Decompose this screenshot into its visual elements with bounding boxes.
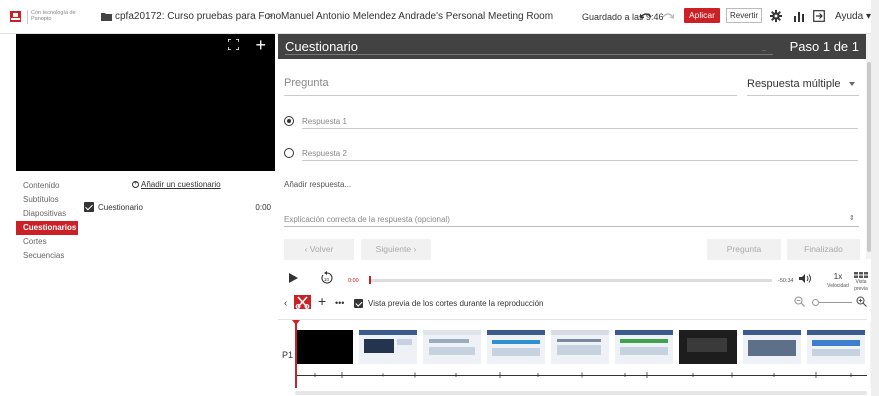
speed-label: Velocidad	[827, 283, 849, 289]
stats-icon[interactable]	[793, 10, 805, 22]
add-circle-icon: +	[132, 181, 139, 189]
timeline-playhead[interactable]	[295, 322, 297, 388]
add-quiz-link[interactable]: + Añadir un cuestionario	[132, 180, 221, 189]
chevron-left-icon[interactable]: ‹	[284, 298, 287, 309]
rewind-10-icon[interactable]: 10	[320, 271, 334, 285]
quiz-title-input[interactable]: Cuestionario	[285, 39, 358, 54]
volume-icon[interactable]	[799, 273, 813, 284]
timeline-thumbnail[interactable]	[551, 330, 609, 364]
answer-2-radio[interactable]	[284, 148, 294, 158]
playhead-handle-icon[interactable]	[292, 320, 300, 325]
next-button[interactable]: Siguiente ›	[361, 239, 431, 260]
powered-by-text: Con tecnología de Panopto	[31, 10, 76, 22]
panopto-logo-icon	[10, 11, 21, 22]
add-question-button[interactable]: Pregunta	[707, 239, 781, 260]
fullscreen-icon[interactable]	[228, 39, 239, 50]
timeline-thumbnail[interactable]	[295, 330, 353, 364]
help-menu[interactable]: Ayuda ▾	[835, 11, 871, 22]
breadcrumb-separator: >	[267, 11, 273, 22]
zoom-slider-knob[interactable]	[812, 299, 819, 306]
question-type-underline	[747, 95, 859, 96]
timeline-thumbnail[interactable]	[487, 330, 545, 364]
answer-row: Respuesta 2	[284, 148, 860, 162]
explanation-underline	[284, 226, 859, 227]
play-icon[interactable]	[289, 273, 298, 283]
folder-icon	[101, 13, 112, 21]
preview-label: Vista previa	[854, 279, 868, 292]
chevron-down-icon[interactable]	[849, 82, 855, 86]
sidebar-item-contenido[interactable]: Contenido	[16, 179, 78, 193]
answer-2-input[interactable]: Respuesta 2	[302, 149, 347, 158]
quiz-step: Paso 1 de 1	[789, 39, 859, 54]
remaining-time: -50:34	[778, 278, 794, 284]
question-input[interactable]: Pregunta	[284, 77, 329, 89]
audio-waveform-peaks	[314, 372, 852, 378]
revert-button[interactable]: Revertir	[726, 8, 762, 23]
zoom-out-icon[interactable]	[794, 296, 805, 307]
sidebar-item-subtitulos[interactable]: Subtítulos	[16, 193, 78, 207]
sidebar-item-diapositivas[interactable]: Diapositivas	[16, 207, 78, 221]
breadcrumb-session: Manuel Antonio Melendez Andrade's Person…	[281, 11, 554, 22]
resize-handle-icon: ..	[762, 46, 766, 53]
svg-text:10: 10	[324, 277, 330, 282]
answer-1-radio[interactable]	[284, 116, 294, 126]
scissors-icon[interactable]	[294, 295, 311, 309]
timeline-horizontal-scrollbar[interactable]	[295, 391, 867, 395]
quiz-checkbox[interactable]	[84, 202, 94, 212]
answer-1-input[interactable]: Respuesta 1	[302, 117, 347, 126]
finish-button[interactable]: Finalizado	[787, 239, 860, 260]
sidebar-item-cortes[interactable]: Cortes	[16, 235, 78, 249]
back-button[interactable]: ‹ Volver	[284, 239, 354, 260]
timeline-thumbnail[interactable]	[359, 330, 417, 364]
more-icon[interactable]: •••	[335, 298, 344, 308]
add-answer-link[interactable]: Añadir respuesta...	[284, 180, 351, 189]
breadcrumb-folder[interactable]: cpfa20172: Curso pruebas para Fono	[115, 11, 281, 22]
exit-icon[interactable]	[813, 10, 825, 22]
quiz-label: Cuestionario	[98, 203, 143, 212]
spinner-icon[interactable]: ⇕	[849, 214, 855, 222]
answer-underline	[302, 128, 858, 129]
timeline-thumbnail[interactable]	[743, 330, 801, 364]
add-stream-icon[interactable]: +	[255, 36, 266, 54]
question-underline	[284, 95, 737, 96]
undo-icon[interactable]	[640, 12, 652, 21]
track-label: P1	[282, 350, 294, 360]
timeline-thumbnail[interactable]	[423, 330, 481, 364]
top-bar: Con tecnología de Panopto cpfa20172: Cur…	[0, 0, 879, 34]
preview-cuts-checkbox[interactable]	[354, 299, 363, 308]
playback-track[interactable]	[370, 279, 772, 282]
add-icon[interactable]: +	[318, 293, 326, 309]
window-edge	[871, 0, 879, 396]
zoom-in-icon[interactable]	[856, 296, 867, 307]
current-time: 0:00	[348, 278, 359, 284]
timeline-thumbnails[interactable]	[295, 330, 867, 366]
editor-sidebar: Contenido Subtítulos Diapositivas Cuesti…	[16, 179, 78, 263]
redo-icon[interactable]	[662, 12, 674, 21]
sidebar-item-secuencias[interactable]: Secuencias	[16, 249, 78, 263]
sidebar-item-cuestionarios[interactable]: Cuestionarios	[16, 221, 78, 235]
answer-underline	[302, 160, 858, 161]
question-type-select[interactable]: Respuesta múltiple	[747, 78, 841, 90]
preview-grid-icon[interactable]	[854, 272, 868, 278]
quiz-title-underline	[285, 54, 773, 55]
add-quiz-label: Añadir un cuestionario	[141, 180, 221, 189]
preview-cuts-label: Vista previa de los cortes durante la re…	[368, 299, 544, 308]
quiz-header: Cuestionario .. Paso 1 de 1	[278, 34, 867, 59]
timeline-thumbnail[interactable]	[807, 330, 865, 364]
explanation-input[interactable]: Explicación correcta de la respuesta (op…	[284, 215, 450, 224]
video-preview[interactable]: +	[16, 34, 275, 171]
playback-head[interactable]	[369, 276, 371, 284]
logo-separator	[27, 10, 28, 24]
gear-icon[interactable]	[770, 10, 782, 22]
timeline-thumbnail[interactable]	[615, 330, 673, 364]
apply-button[interactable]: Aplicar	[684, 8, 720, 23]
answer-row: Respuesta 1	[284, 116, 860, 130]
quiz-time: 0:00	[255, 203, 271, 212]
timeline-thumbnail[interactable]	[679, 330, 737, 364]
quiz-list-item[interactable]: Cuestionario 0:00	[84, 202, 274, 214]
speed-value[interactable]: 1x	[826, 272, 850, 281]
